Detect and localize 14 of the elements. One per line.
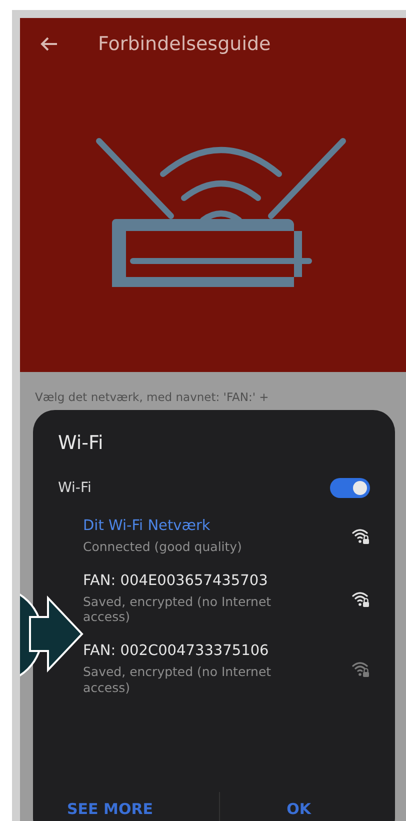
ok-button[interactable]: OK xyxy=(282,796,315,821)
wifi-label: Wi-Fi xyxy=(58,480,92,496)
back-arrow-icon[interactable] xyxy=(40,36,58,52)
dialog-title: Wi-Fi xyxy=(57,432,104,454)
network-status: Connected (good quality) xyxy=(83,539,243,555)
network-name[interactable]: Dit Wi-Fi Netværk xyxy=(83,518,303,534)
network-name[interactable]: FAN: 004E003657435703 xyxy=(83,572,303,589)
network-name[interactable]: FAN: 002C004733375106 xyxy=(83,642,303,659)
network-status: Saved, encrypted (no Internet access) xyxy=(83,594,272,625)
instruction-text: Vælg det netværk, med navnet: 'FAN:' + xyxy=(35,390,270,404)
see-more-button[interactable]: SEE MORE xyxy=(63,796,157,821)
wifi-toggle[interactable] xyxy=(330,478,370,498)
screen-title: Forbindelsesguide xyxy=(98,33,271,55)
network-status: Saved, encrypted (no Internet access) xyxy=(83,664,272,696)
